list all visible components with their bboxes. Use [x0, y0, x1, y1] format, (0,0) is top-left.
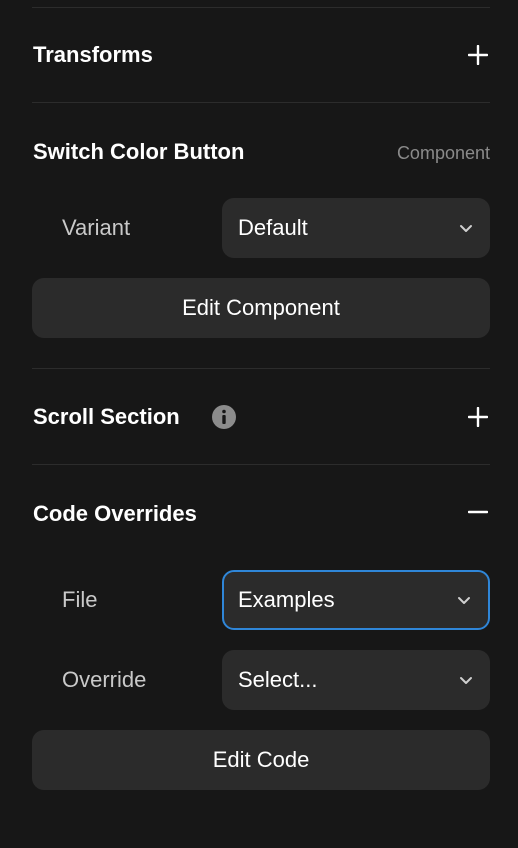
- divider: [32, 368, 490, 369]
- variant-value: Default: [238, 215, 308, 240]
- file-value: Examples: [238, 587, 335, 612]
- add-transform-button[interactable]: [464, 41, 492, 69]
- variant-select[interactable]: Default: [222, 198, 490, 258]
- code-overrides-title: Code Overrides: [33, 501, 197, 526]
- divider: [32, 102, 490, 103]
- edit-component-button[interactable]: Edit Component: [32, 278, 490, 338]
- chevron-down-icon: [458, 597, 470, 604]
- file-label: File: [62, 587, 98, 612]
- divider: [32, 464, 490, 465]
- component-type-label: Component: [396, 143, 490, 163]
- top-divider: [32, 7, 490, 8]
- info-icon[interactable]: [211, 404, 237, 430]
- collapse-code-overrides-button[interactable]: [464, 498, 492, 526]
- variant-label: Variant: [62, 215, 131, 240]
- edit-code-button[interactable]: Edit Code: [32, 730, 490, 790]
- file-select[interactable]: Examples: [222, 570, 490, 630]
- plus-icon: [468, 407, 488, 427]
- scroll-section-title: Scroll Section: [33, 404, 180, 429]
- add-scroll-section-button[interactable]: [464, 403, 492, 431]
- component-title: Switch Color Button: [33, 139, 245, 164]
- override-select[interactable]: Select...: [222, 650, 490, 710]
- chevron-down-icon: [460, 677, 472, 684]
- minus-icon: [468, 510, 488, 514]
- override-value: Select...: [238, 667, 318, 692]
- plus-icon: [468, 45, 488, 65]
- override-label: Override: [62, 667, 147, 692]
- transforms-title: Transforms: [33, 42, 153, 67]
- chevron-down-icon: [460, 225, 472, 232]
